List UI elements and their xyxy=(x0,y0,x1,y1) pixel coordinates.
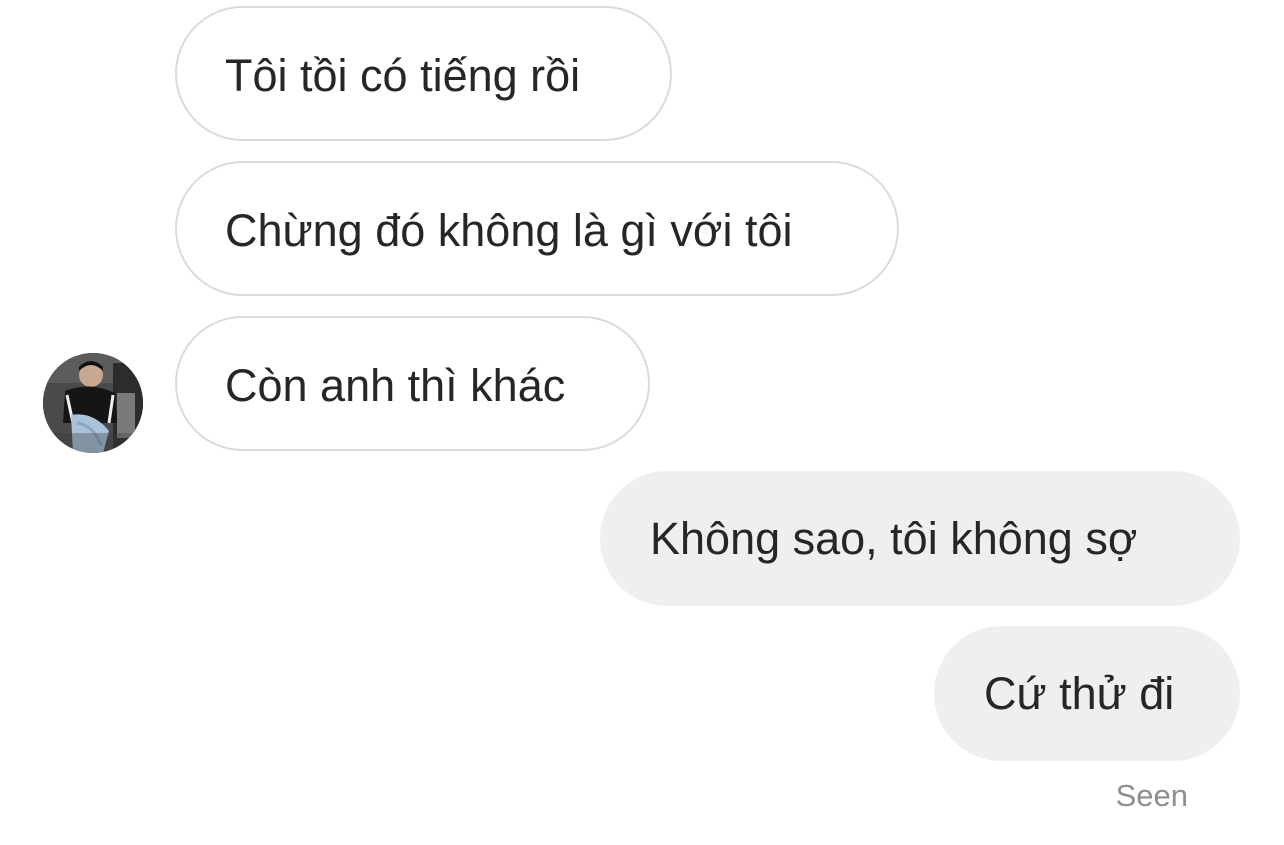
avatar-photo-icon xyxy=(43,353,143,453)
message-text: Không sao, tôi không sợ xyxy=(650,513,1138,564)
outgoing-message-bubble[interactable]: Cứ thử đi xyxy=(934,626,1240,761)
message-text: Cứ thử đi xyxy=(984,668,1175,719)
message-text: Tôi tồi có tiếng rồi xyxy=(225,50,581,101)
message-text: Chừng đó không là gì với tôi xyxy=(225,205,793,256)
incoming-message-bubble[interactable]: Còn anh thì khác xyxy=(175,316,650,451)
incoming-message-bubble[interactable]: Tôi tồi có tiếng rồi xyxy=(175,6,672,141)
seen-status: Seen xyxy=(1115,778,1188,813)
message-text: Còn anh thì khác xyxy=(225,360,566,411)
sender-avatar[interactable] xyxy=(43,353,143,453)
incoming-message-bubble[interactable]: Chừng đó không là gì với tôi xyxy=(175,161,899,296)
outgoing-message-bubble[interactable]: Không sao, tôi không sợ xyxy=(600,471,1240,606)
